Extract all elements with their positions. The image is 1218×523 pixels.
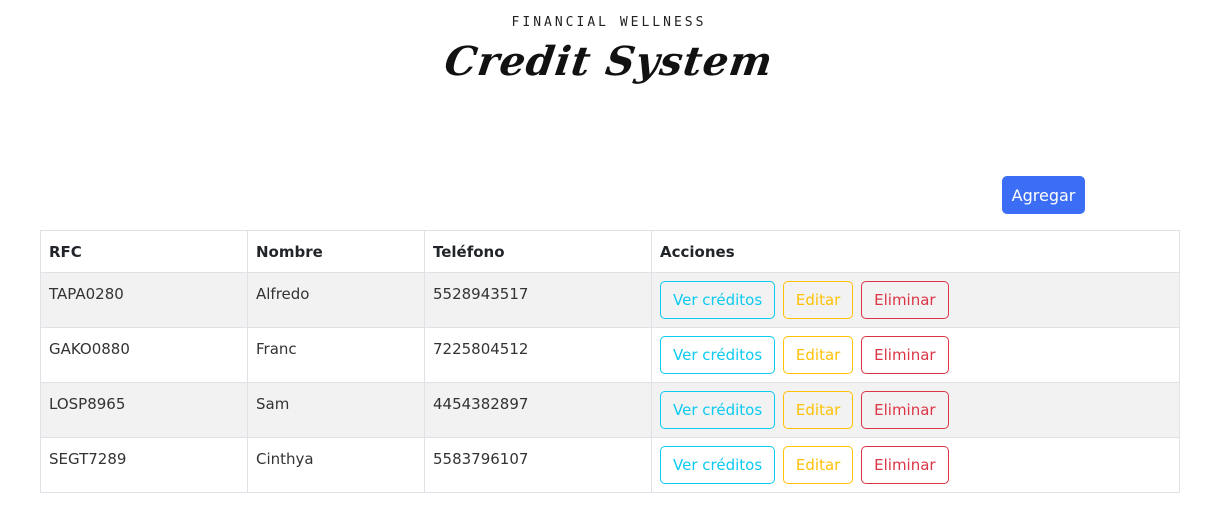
edit-button[interactable]: Editar xyxy=(782,391,854,429)
cell-rfc: SEGT7289 xyxy=(40,437,248,493)
view-credits-button[interactable]: Ver créditos xyxy=(660,336,776,374)
column-header-acciones: Acciones xyxy=(651,230,1180,273)
table-row: TAPA0280 Alfredo 5528943517 Ver créditos… xyxy=(40,272,1180,328)
cell-telefono: 5528943517 xyxy=(424,272,652,328)
view-credits-button[interactable]: Ver créditos xyxy=(660,391,776,429)
clients-table: RFC Nombre Teléfono Acciones TAPA0280 Al… xyxy=(40,230,1180,493)
cell-rfc: TAPA0280 xyxy=(40,272,248,328)
column-header-nombre: Nombre xyxy=(247,230,425,273)
delete-button[interactable]: Eliminar xyxy=(861,391,949,429)
brand-logo: Credit System xyxy=(441,38,777,85)
cell-acciones: Ver créditos Editar Eliminar xyxy=(651,272,1180,328)
delete-button[interactable]: Eliminar xyxy=(861,336,949,374)
cell-nombre: Franc xyxy=(247,327,425,383)
delete-button[interactable]: Eliminar xyxy=(861,446,949,484)
cell-telefono: 4454382897 xyxy=(424,382,652,438)
cell-telefono: 7225804512 xyxy=(424,327,652,383)
table-header-row: RFC Nombre Teléfono Acciones xyxy=(40,230,1180,273)
view-credits-button[interactable]: Ver créditos xyxy=(660,281,776,319)
table-row: LOSP8965 Sam 4454382897 Ver créditos Edi… xyxy=(40,382,1180,438)
column-header-telefono: Teléfono xyxy=(424,230,652,273)
cell-nombre: Alfredo xyxy=(247,272,425,328)
add-button[interactable]: Agregar xyxy=(1002,176,1085,214)
cell-rfc: GAKO0880 xyxy=(40,327,248,383)
cell-telefono: 5583796107 xyxy=(424,437,652,493)
page-subtitle: FINANCIAL WELLNESS xyxy=(511,15,707,30)
edit-button[interactable]: Editar xyxy=(782,336,854,374)
view-credits-button[interactable]: Ver créditos xyxy=(660,446,776,484)
cell-rfc: LOSP8965 xyxy=(40,382,248,438)
table-header: RFC Nombre Teléfono Acciones xyxy=(40,230,1180,273)
cell-nombre: Sam xyxy=(247,382,425,438)
cell-nombre: Cinthya xyxy=(247,437,425,493)
table-row: SEGT7289 Cinthya 5583796107 Ver créditos… xyxy=(40,437,1180,493)
delete-button[interactable]: Eliminar xyxy=(861,281,949,319)
cell-acciones: Ver créditos Editar Eliminar xyxy=(651,437,1180,493)
cell-acciones: Ver créditos Editar Eliminar xyxy=(651,327,1180,383)
cell-acciones: Ver créditos Editar Eliminar xyxy=(651,382,1180,438)
edit-button[interactable]: Editar xyxy=(782,446,854,484)
table-row: GAKO0880 Franc 7225804512 Ver créditos E… xyxy=(40,327,1180,383)
edit-button[interactable]: Editar xyxy=(782,281,854,319)
table-body: TAPA0280 Alfredo 5528943517 Ver créditos… xyxy=(40,272,1180,493)
column-header-rfc: RFC xyxy=(40,230,248,273)
